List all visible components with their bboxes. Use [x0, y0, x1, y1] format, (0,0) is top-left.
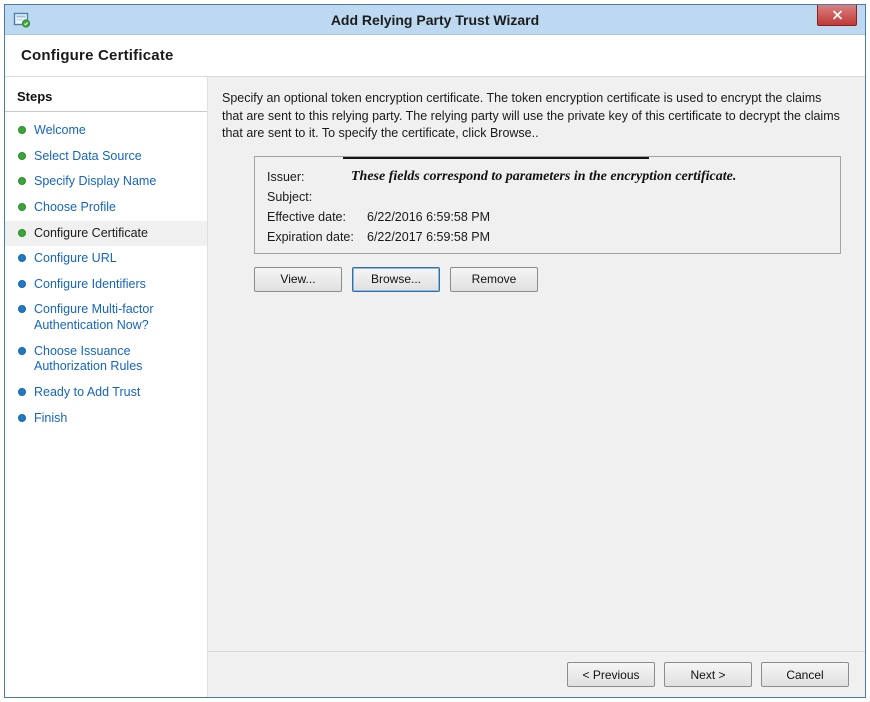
sidebar-item-configure-certificate[interactable]: Configure Certificate — [5, 221, 207, 247]
cert-field-label: Effective date: — [267, 210, 367, 224]
step-upcoming-icon — [18, 388, 26, 396]
annotation-text: These fields correspond to parameters in… — [351, 169, 736, 185]
titlebar: Add Relying Party Trust Wizard — [5, 5, 865, 35]
step-label: Ready to Add Trust — [34, 385, 140, 401]
sidebar-item-ready-to-add-trust[interactable]: Ready to Add Trust — [5, 380, 207, 406]
page-header: Configure Certificate — [5, 35, 865, 77]
cert-field-effective-date: Effective date: 6/22/2016 6:59:58 PM — [267, 207, 828, 227]
sidebar-item-specify-display-name[interactable]: Specify Display Name — [5, 169, 207, 195]
sidebar-item-choose-issuance-rules[interactable]: Choose Issuance Authorization Rules — [5, 339, 207, 380]
cert-field-label: Expiration date: — [267, 230, 367, 244]
sidebar-item-choose-profile[interactable]: Choose Profile — [5, 195, 207, 221]
page-title: Configure Certificate — [21, 47, 174, 64]
step-done-icon — [18, 177, 26, 185]
annotation-overline — [343, 157, 649, 159]
step-description: Specify an optional token encryption cer… — [222, 90, 841, 143]
cert-field-value: 6/22/2017 6:59:58 PM — [367, 230, 490, 244]
content-area: Specify an optional token encryption cer… — [208, 77, 865, 651]
step-label: Configure Multi-factor Authentication No… — [34, 302, 201, 333]
wizard-body: Steps Welcome Select Data Source Specify… — [5, 77, 865, 697]
certificate-box: These fields correspond to parameters in… — [254, 156, 841, 254]
browse-button[interactable]: Browse... — [352, 267, 440, 292]
step-label: Finish — [34, 411, 67, 427]
step-current-icon — [18, 229, 26, 237]
step-upcoming-icon — [18, 305, 26, 313]
steps-sidebar: Steps Welcome Select Data Source Specify… — [5, 77, 207, 697]
step-done-icon — [18, 126, 26, 134]
steps-heading: Steps — [5, 87, 207, 111]
window-title: Add Relying Party Trust Wizard — [5, 12, 865, 28]
cert-field-label: Subject: — [267, 190, 367, 204]
step-done-icon — [18, 152, 26, 160]
step-label: Configure Certificate — [34, 226, 148, 242]
cancel-button[interactable]: Cancel — [761, 662, 849, 687]
sidebar-item-configure-identifiers[interactable]: Configure Identifiers — [5, 272, 207, 298]
steps-divider — [5, 111, 207, 112]
close-icon — [832, 10, 843, 20]
step-label: Welcome — [34, 123, 86, 139]
cert-field-subject: Subject: — [267, 187, 828, 207]
main-pane: Specify an optional token encryption cer… — [207, 77, 865, 697]
previous-button[interactable]: < Previous — [567, 662, 655, 687]
sidebar-item-finish[interactable]: Finish — [5, 406, 207, 432]
step-upcoming-icon — [18, 414, 26, 422]
sidebar-item-welcome[interactable]: Welcome — [5, 118, 207, 144]
cert-field-expiration-date: Expiration date: 6/22/2017 6:59:58 PM — [267, 227, 828, 247]
step-upcoming-icon — [18, 347, 26, 355]
sidebar-item-select-data-source[interactable]: Select Data Source — [5, 144, 207, 170]
step-upcoming-icon — [18, 254, 26, 262]
step-label: Configure Identifiers — [34, 277, 146, 293]
step-label: Configure URL — [34, 251, 117, 267]
step-label: Select Data Source — [34, 149, 142, 165]
step-label: Choose Issuance Authorization Rules — [34, 344, 201, 375]
sidebar-item-configure-url[interactable]: Configure URL — [5, 246, 207, 272]
next-button[interactable]: Next > — [664, 662, 752, 687]
certificate-actions: View... Browse... Remove — [254, 267, 841, 292]
remove-button[interactable]: Remove — [450, 267, 538, 292]
step-label: Specify Display Name — [34, 174, 156, 190]
cert-field-value: 6/22/2016 6:59:58 PM — [367, 210, 490, 224]
sidebar-item-configure-multi-factor[interactable]: Configure Multi-factor Authentication No… — [5, 297, 207, 338]
step-label: Choose Profile — [34, 200, 116, 216]
wizard-footer: < Previous Next > Cancel — [208, 651, 865, 697]
wizard-window: Add Relying Party Trust Wizard Configure… — [4, 4, 866, 698]
step-upcoming-icon — [18, 280, 26, 288]
view-button[interactable]: View... — [254, 267, 342, 292]
close-button[interactable] — [817, 5, 857, 26]
step-done-icon — [18, 203, 26, 211]
